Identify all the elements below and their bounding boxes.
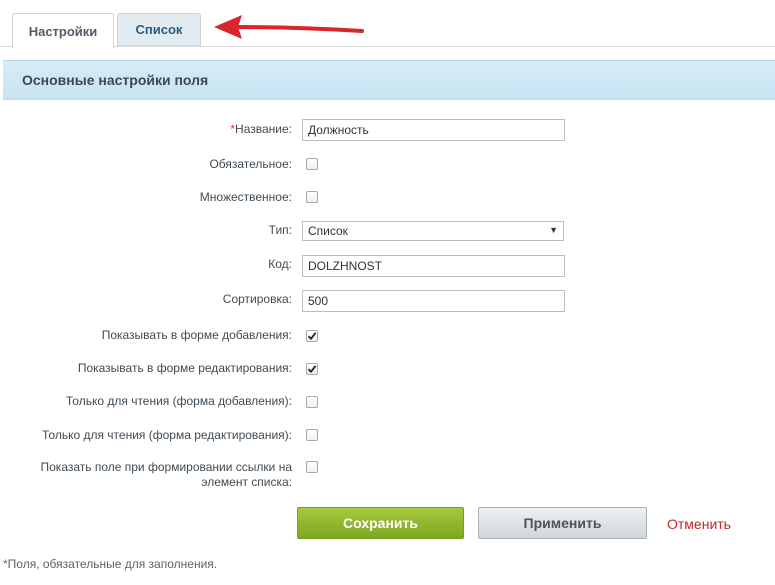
tab-list[interactable]: Список	[117, 13, 201, 46]
name-input[interactable]	[302, 119, 565, 141]
show-edit-checkbox[interactable]	[306, 363, 318, 375]
mandatory-checkbox[interactable]	[306, 158, 318, 170]
mandatory-label: Обязательное:	[209, 157, 292, 171]
readonly-add-label: Только для чтения (форма добавления):	[65, 394, 292, 408]
dropdown-caret-icon: ▼	[549, 225, 558, 235]
show-add-checkbox[interactable]	[306, 330, 318, 342]
name-label: *Название:	[230, 122, 292, 136]
tab-list-label: Список	[135, 22, 183, 37]
show-edit-label: Показывать в форме редактирования:	[77, 361, 292, 375]
save-button[interactable]: Сохранить	[297, 507, 464, 539]
type-select-value: Список	[308, 224, 348, 238]
readonly-add-checkbox[interactable]	[306, 396, 318, 408]
readonly-edit-label: Только для чтения (форма редактирования)…	[42, 428, 292, 442]
tab-bar: Настройки Список	[0, 0, 775, 48]
sort-label: Сортировка:	[222, 292, 292, 306]
type-label: Тип:	[268, 223, 292, 237]
apply-button[interactable]: Применить	[478, 507, 647, 539]
required-footnote: *Поля, обязательные для заполнения.	[3, 557, 218, 571]
checkmark-icon	[307, 332, 317, 341]
red-arrow-annotation	[214, 15, 364, 39]
multiple-label: Множественное:	[199, 190, 292, 204]
show-link-label: Показать поле при формировании ссылки на…	[40, 460, 293, 489]
checkmark-icon	[307, 365, 317, 374]
cancel-link[interactable]: Отменить	[667, 516, 731, 532]
multiple-checkbox[interactable]	[306, 191, 318, 203]
tab-settings[interactable]: Настройки	[12, 13, 114, 48]
readonly-edit-checkbox[interactable]	[306, 429, 318, 441]
type-select[interactable]: Список ▼	[302, 221, 564, 241]
show-add-label: Показывать в форме добавления:	[101, 328, 292, 342]
sort-input[interactable]	[302, 290, 565, 312]
code-input[interactable]	[302, 255, 565, 277]
section-title: Основные настройки поля	[22, 72, 209, 88]
tab-settings-label: Настройки	[28, 23, 98, 39]
section-header: Основные настройки поля	[3, 60, 775, 100]
code-label: Код:	[268, 257, 292, 271]
show-link-checkbox[interactable]	[306, 461, 318, 473]
